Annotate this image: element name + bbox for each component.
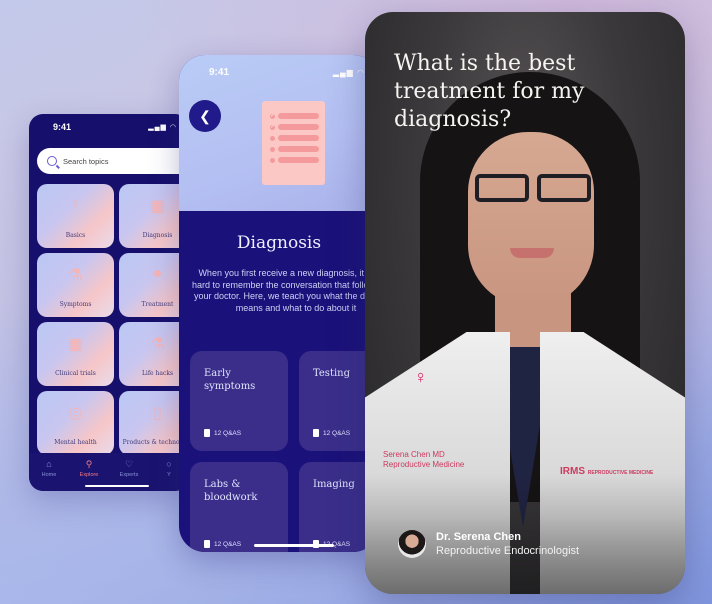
expert-info[interactable]: Dr. Serena Chen Reproductive Endocrinolo…: [398, 530, 579, 558]
page-description: When you first receive a new diagnosis, …: [191, 268, 379, 314]
topic-tile-clinical-trials[interactable]: ▦ Clinical trials: [37, 322, 114, 386]
spiral-icon: ◎: [68, 405, 83, 422]
nav-label: Explore: [79, 472, 99, 478]
nav-label: Experts: [119, 472, 139, 478]
nav-label: Y: [167, 472, 171, 478]
expert-role: Reproductive Endocrinologist: [436, 545, 580, 557]
explore-icon: ⚲: [85, 459, 93, 469]
topic-label: Basics: [65, 231, 86, 239]
avatar: [398, 530, 426, 558]
expert-name: Dr. Serena Chen: [436, 531, 521, 543]
status-time: 9:41: [53, 122, 72, 132]
expert-video-card[interactable]: ♀ Serena Chen MD Reproductive Medicine I…: [365, 12, 685, 594]
glasses-icon: [475, 174, 591, 202]
home-indicator: [85, 485, 149, 487]
card-title: Labs & bloodwork: [204, 479, 258, 503]
home-indicator: [254, 544, 334, 547]
status-time: 9:41: [209, 67, 230, 78]
search-input[interactable]: Search topics: [37, 148, 189, 174]
stethoscope-icon: ♡: [124, 459, 134, 469]
card-count: 12 Q&AS: [214, 540, 242, 548]
topic-tile-symptoms[interactable]: ⚗ Symptoms: [37, 253, 114, 317]
egg-icon: ●: [152, 265, 163, 282]
topic-label: Diagnosis: [142, 231, 173, 239]
blocks-icon: ▦: [149, 198, 166, 215]
nav-home[interactable]: ⌂ Home: [29, 459, 69, 491]
document-icon: [204, 540, 210, 548]
subtopic-grid: Early symptoms 12 Q&AS Testing 12 Q&AS L…: [190, 351, 379, 552]
topic-label: Clinical trials: [55, 369, 96, 377]
topic-tile-basics[interactable]: ♀ Basics: [37, 184, 114, 248]
uterus-pin-icon: ♀: [414, 367, 428, 387]
phone-icon: ▯: [153, 405, 162, 422]
blocks-icon: ▦: [67, 336, 84, 353]
lab-flask-icon: ⚗: [150, 336, 165, 353]
portrait-face: [468, 132, 594, 307]
signal-wifi-icon: ▂▄▆ ◠: [332, 68, 365, 77]
chevron-left-icon: ❮: [199, 107, 211, 124]
signal-wifi-icon: ▂▄▆ ◠: [148, 124, 177, 131]
uterus-icon: ♀: [69, 196, 82, 213]
checklist-illustration: ✓ ✓: [262, 101, 325, 185]
subtopic-card-early-symptoms[interactable]: Early symptoms 12 Q&AS: [190, 351, 288, 451]
profile-icon: ○: [166, 459, 172, 469]
portrait-smile: [510, 248, 554, 258]
nav-label: Home: [41, 472, 57, 478]
document-icon: [204, 429, 210, 437]
card-count: 12 Q&AS: [323, 429, 351, 437]
home-icon: ⌂: [46, 459, 52, 469]
explore-phone-screen: 9:41 ▂▄▆ ◠ Search topics ♀ Basics ▦ Diagno…: [29, 114, 189, 491]
search-icon: [47, 156, 57, 166]
diagnosis-phone-screen: 9:41 ▂▄▆ ◠ ❮ ✓ ✓ Diagnosis When you firs…: [179, 55, 379, 552]
topic-tile-mental-health[interactable]: ◎ Mental health: [37, 391, 114, 455]
card-count: 12 Q&AS: [214, 429, 242, 437]
topic-grid: ♀ Basics ▦ Diagnosis ⚗ Symptoms ● Treatment …: [37, 184, 189, 455]
coat-embroidery-name: Serena Chen MD Reproductive Medicine: [383, 450, 465, 469]
document-icon: [313, 429, 319, 437]
subtopic-card-labs[interactable]: Labs & bloodwork 12 Q&AS: [190, 462, 288, 552]
topic-label: Symptoms: [59, 300, 92, 308]
question-heading: What is the best treatment for my diagno…: [394, 51, 585, 132]
back-button[interactable]: ❮: [189, 100, 221, 132]
topic-label: Life hacks: [141, 369, 174, 377]
topic-label: Mental health: [54, 438, 97, 446]
search-placeholder: Search topics: [63, 156, 109, 166]
lab-flask-icon: ⚗: [68, 267, 83, 284]
page-title: Diagnosis: [236, 233, 322, 253]
topic-label: Treatment: [141, 300, 174, 308]
card-title: Early symptoms: [204, 368, 256, 392]
